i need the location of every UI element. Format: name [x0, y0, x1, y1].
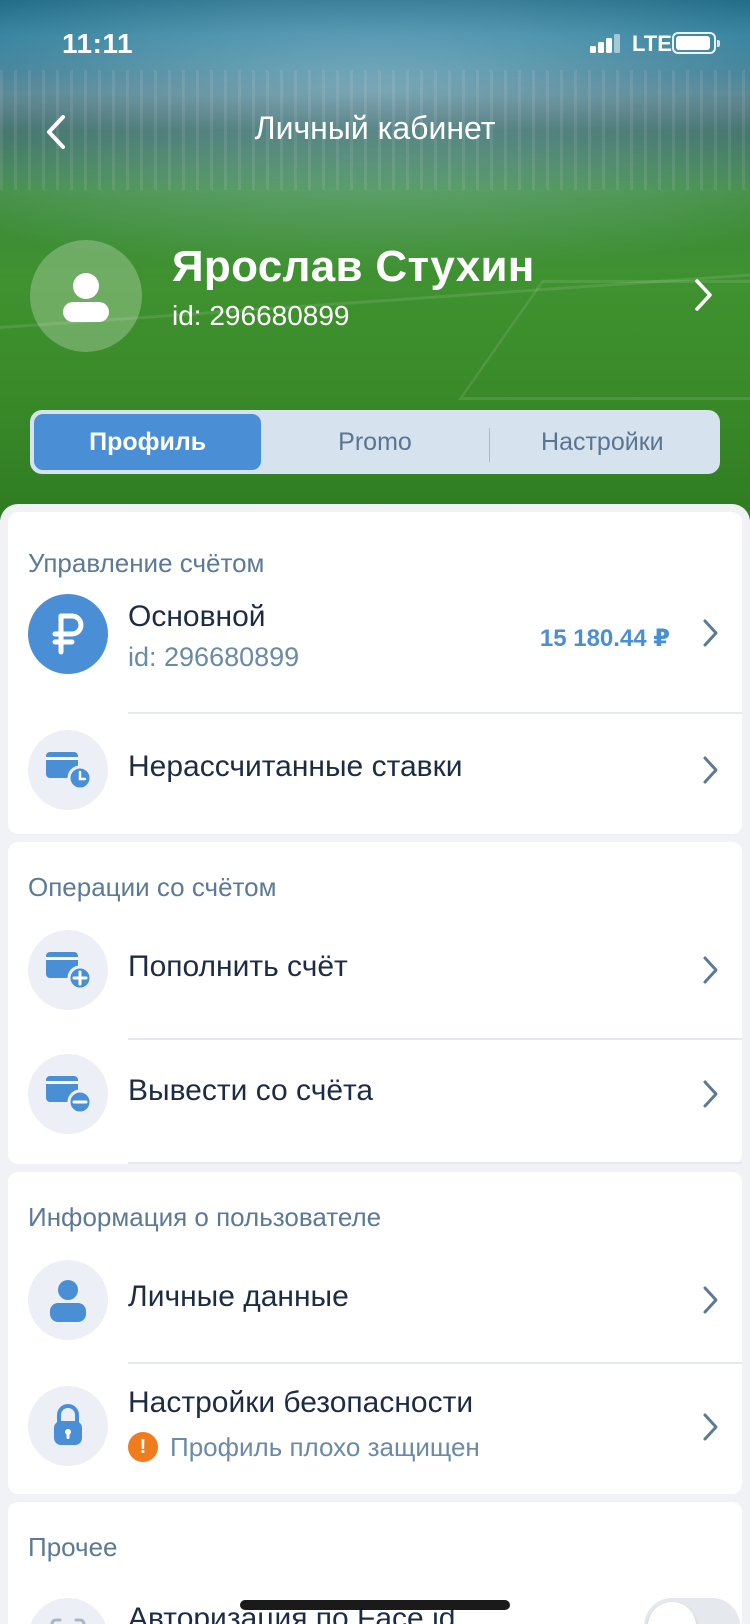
- tab-divider: [488, 428, 490, 462]
- avatar[interactable]: [30, 240, 142, 352]
- battery-icon: [672, 32, 720, 54]
- main-account-label: Основной: [128, 600, 266, 633]
- section-title: Информация о пользователе: [28, 1202, 382, 1232]
- home-indicator: [240, 1600, 510, 1610]
- account-balance: 15 180.44 ₽: [539, 625, 670, 652]
- face-id-icon: [28, 1598, 108, 1624]
- page-title: Личный кабинет: [254, 110, 496, 146]
- tab-bar: Профиль Promo Настройки: [30, 410, 720, 474]
- account-operations-card: Операции со счётом Пополнить счёт Вывест…: [8, 842, 742, 1164]
- wallet-clock-icon: [28, 730, 108, 810]
- tab-profile[interactable]: Профиль: [34, 414, 262, 470]
- divider: [128, 712, 742, 714]
- status-bar: 11:11 LTE: [0, 0, 750, 90]
- personal-data-label: Личные данные: [128, 1280, 349, 1313]
- wallet-plus-icon: [28, 930, 108, 1010]
- divider: [128, 1162, 742, 1164]
- unsettled-bets-row[interactable]: Нерассчитанные ставки: [8, 730, 742, 810]
- tab-promo[interactable]: Promo: [261, 414, 488, 470]
- section-title: Операции со счётом: [28, 872, 277, 902]
- warning-icon: !: [128, 1432, 158, 1462]
- person-icon: [28, 1260, 108, 1340]
- withdraw-row[interactable]: Вывести со счёта: [8, 1054, 742, 1134]
- face-id-toggle[interactable]: [644, 1598, 740, 1624]
- lock-icon: [28, 1386, 108, 1466]
- security-warning: Профиль плохо защищен: [170, 1432, 480, 1462]
- chevron-right-icon[interactable]: [694, 278, 714, 312]
- deposit-row[interactable]: Пополнить счёт: [8, 930, 742, 1010]
- account-management-card: Управление счётом Основной id: 296680899…: [8, 512, 742, 834]
- signal-icon: [590, 33, 622, 53]
- security-settings-row[interactable]: Настройки безопасности ! Профиль плохо з…: [8, 1382, 742, 1472]
- chevron-right-icon: [703, 756, 718, 784]
- profile-id: id: 296680899: [172, 300, 350, 331]
- ruble-icon: [28, 594, 108, 674]
- content-area: Управление счётом Основной id: 296680899…: [0, 504, 750, 1624]
- status-time: 11:11: [62, 28, 134, 59]
- withdraw-label: Вывести со счёта: [128, 1074, 374, 1107]
- personal-data-row[interactable]: Личные данные: [8, 1260, 742, 1340]
- divider: [128, 1038, 742, 1040]
- chevron-right-icon: [703, 1286, 718, 1314]
- network-label: LTE: [632, 31, 672, 56]
- chevron-right-icon: [703, 956, 718, 984]
- wallet-minus-icon: [28, 1054, 108, 1134]
- chevron-right-icon: [703, 1413, 718, 1441]
- profile-name[interactable]: Ярослав Стухин: [172, 242, 535, 292]
- section-title: Прочее: [28, 1532, 118, 1562]
- main-account-row[interactable]: Основной id: 296680899 15 180.44 ₽: [8, 594, 742, 694]
- main-account-id: id: 296680899: [128, 642, 300, 672]
- tab-settings-label: Настройки: [541, 427, 664, 456]
- section-title: Управление счётом: [28, 548, 265, 578]
- unsettled-bets-label: Нерассчитанные ставки: [128, 750, 463, 783]
- user-icon: [63, 273, 109, 322]
- security-settings-label: Настройки безопасности: [128, 1386, 474, 1419]
- chevron-right-icon: [703, 1080, 718, 1108]
- divider: [128, 1362, 742, 1364]
- tab-settings[interactable]: Настройки: [488, 414, 716, 470]
- chevron-right-icon: [703, 619, 718, 647]
- deposit-label: Пополнить счёт: [128, 950, 348, 983]
- user-info-card: Информация о пользователе Личные данные: [8, 1172, 742, 1494]
